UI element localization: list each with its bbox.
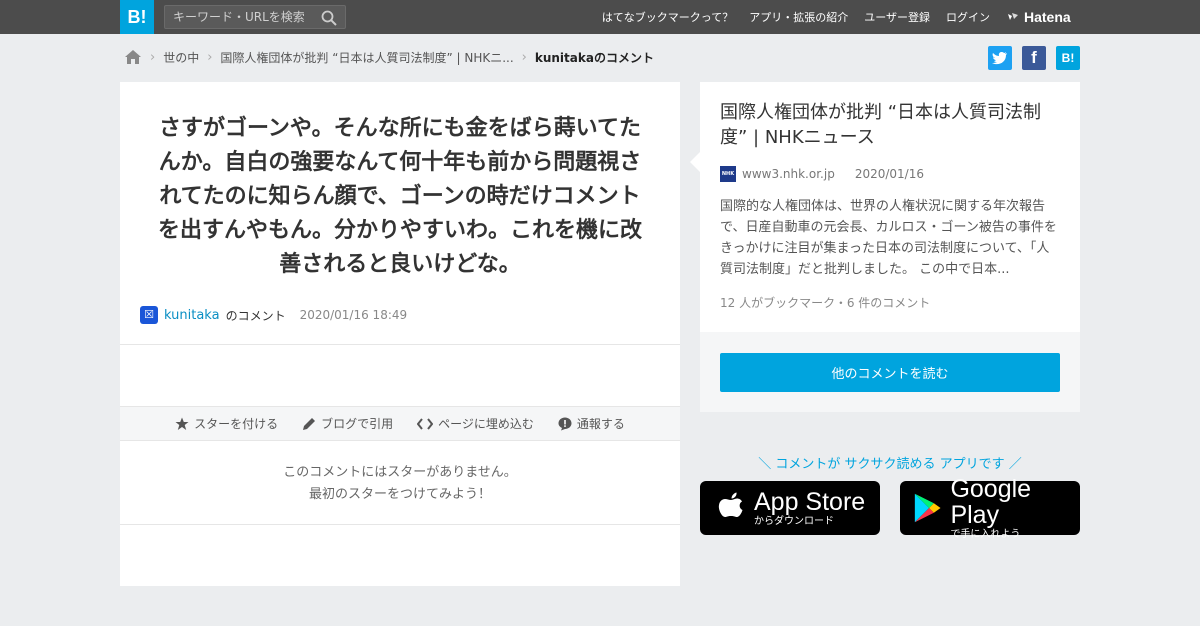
no-star-message: このコメントにはスターがありません。 最初のスターをつけてみよう！ [120,462,680,506]
chevron-right-icon: › [150,49,156,65]
no-star-line1: このコメントにはスターがありません。 [283,465,517,480]
breadcrumb: › 世の中 › 国際人権団体が批判 “日本は人質司法制度” | NHKニ... … [124,46,654,68]
report-button[interactable]: 通報する [558,415,625,432]
article-date: 2020/01/16 [854,167,924,181]
facebook-share-button[interactable]: f [1022,46,1046,70]
google-play-button[interactable]: Google Play で手に入れよう [900,476,1080,540]
apple-icon [718,492,743,517]
google-play-label: Google Play [950,474,1032,529]
blog-quote-button[interactable]: ブログで引用 [302,415,393,432]
search-icon[interactable] [321,10,337,26]
article-title[interactable]: 国際人権団体が批判 “日本は人質司法制度” | NHKニュース [720,100,1065,150]
user-link[interactable]: kunitaka [164,308,220,323]
search-input[interactable] [165,6,315,28]
breadcrumb-current: kunitakaのコメント [534,50,654,65]
alert-icon [558,417,572,430]
top-nav: はてなブックマークって？ アプリ・拡張の紹介 ユーザー登録 ログイン [602,0,990,34]
facebook-icon: f [1031,48,1037,67]
blog-quote-label: ブログで引用 [321,417,394,431]
app-store-label: App Store [754,487,866,516]
bookmark-count[interactable]: 12 人がブックマーク・6 件のコメント [720,294,930,311]
article-description: 国際的な人権団体は、世界の人権状況に関する年次報告で、日産自動車の元会長、カルロ… [720,199,1057,277]
twitter-icon [992,52,1007,65]
hatena-bookmark-icon: B! [1061,51,1075,65]
nhk-favicon-icon: NHK [720,166,736,182]
breadcrumb-entry[interactable]: 国際人権団体が批判 “日本は人質司法制度” | NHKニ... [220,49,513,66]
nav-register[interactable]: ユーザー登録 [864,9,930,25]
top-bar: B! はてなブックマークって？ アプリ・拡張の紹介 ユーザー登録 ログイン Ha… [0,0,1200,34]
no-star-line2: 最初のスターをつけてみよう！ [308,487,491,502]
divider [120,524,680,525]
hatena-brand[interactable]: Hatena [1006,8,1071,26]
comment-card: さすがゴーンや。そんな所にも金をばら蒔いてたんか。自白の強要なんて何十年も前から… [120,82,680,586]
hatena-brand-text: Hatena [1024,9,1071,25]
search-box[interactable] [164,5,346,29]
star-icon [175,417,189,430]
google-play-sub: で手に入れよう [950,528,1021,540]
app-store-sub: からダウンロード [754,515,834,527]
google-play-icon [914,493,941,523]
divider [120,344,680,345]
article-panel: 国際人権団体が批判 “日本は人質司法制度” | NHKニュース NHK www3… [690,82,1080,412]
add-star-button[interactable]: スターを付ける [175,415,278,432]
footer-edge [0,626,1200,630]
app-promo-tagline: ＼ コメントが サクサク読める アプリです ／ [758,457,1022,472]
source-domain[interactable]: www3.nhk.or.jp [742,167,835,181]
chevron-right-icon: › [521,49,527,65]
google-play-text: Google Play で手に入れよう [950,476,1080,541]
nav-login[interactable]: ログイン [946,9,990,25]
breadcrumb-category[interactable]: 世の中 [163,49,199,66]
report-label: 通報する [576,417,625,431]
nav-about[interactable]: はてなブックマークって？ [602,9,733,25]
comment-actions: スターを付ける ブログで引用 ページに埋め込む 通報する [120,406,680,441]
chevron-right-icon: › [207,49,213,65]
comment-suffix: のコメント [225,308,286,323]
embed-button[interactable]: ページに埋め込む [417,415,534,432]
app-store-button[interactable]: App Store からダウンロード [700,481,880,535]
comment-date[interactable]: 2020/01/16 18:49 [300,308,408,322]
article-source: NHK www3.nhk.or.jp 2020/01/16 [720,166,924,182]
comment-body: さすがゴーンや。そんな所にも金をばら蒔いてたんか。自白の強要なんて何十年も前から… [157,116,642,277]
twitter-share-button[interactable] [988,46,1012,70]
app-store-text: App Store からダウンロード [754,489,865,528]
pencil-icon [303,417,316,430]
read-other-comments-button[interactable]: 他のコメントを読む [720,353,1060,392]
user-avatar[interactable]: ☒ [140,306,158,324]
card-pointer [690,152,700,172]
embed-label: ページに埋め込む [438,417,534,431]
hatena-cloud-icon [1008,13,1018,20]
article-summary: 国際人権団体が批判 “日本は人質司法制度” | NHKニュース NHK www3… [690,82,1080,332]
code-icon [417,417,434,430]
comment-meta: ☒ kunitaka のコメント 2020/01/16 18:49 [140,306,407,324]
add-star-label: スターを付ける [194,417,279,431]
home-icon[interactable] [124,49,142,65]
nav-apps[interactable]: アプリ・拡張の紹介 [749,9,848,25]
hatena-bookmark-logo[interactable]: B! [120,0,154,34]
hatena-share-button[interactable]: B! [1056,46,1080,70]
